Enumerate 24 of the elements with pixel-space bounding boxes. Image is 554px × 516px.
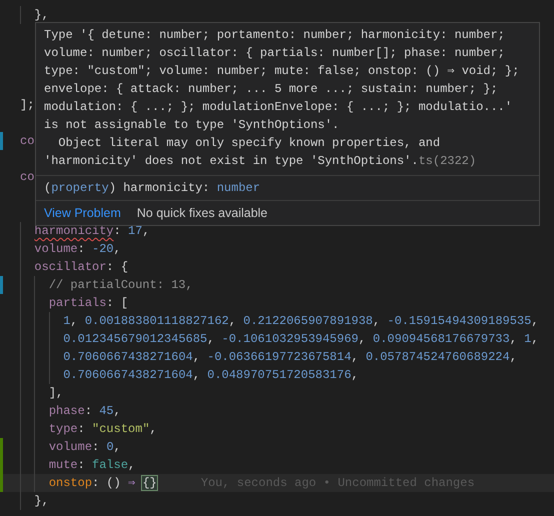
code-line: co [20, 169, 34, 186]
error-message: Type '{ detune: number; portamento: number; harmonicity: number; volume: number; oscillator: { partials: number[]; phase: number; type: "custom"; volume: number; mute: false; onstop: () ⇒ void; }; envelope: { attack: number; ... 5 more ...; sustain: number; }; modulation: { ...; }; modulationEnvelope: { ...; }; modulatio...' is not assignable to type 'SynthOptions'. Object literal may only specify known properties, and 'harmonicity' does not exist in type 'SynthOptions'.ts(2322) [43, 27, 520, 170]
code-line: 0.7060667438271604, 0.048970751720583176, [62, 367, 358, 384]
code-line: harmonicity: 17, [33, 223, 150, 240]
code-line: 1, 0.001883801118827162, 0.2122065907891938, -0.15915494309189535, [62, 313, 539, 330]
code-line: mute: false, [48, 457, 136, 474]
code-line: }, [33, 7, 49, 24]
code-line: phase: 45, [48, 403, 121, 420]
no-quick-fixes-text: No quick fixes available [136, 205, 268, 222]
code-line: ]; [20, 97, 34, 114]
code-line: }, [33, 493, 49, 510]
code-line: co [20, 133, 34, 150]
code-line: type: "custom", [48, 421, 157, 438]
code-line: 0.7060667438271604, -0.06366197723675814, 0.057874524760689224, [62, 349, 517, 366]
code-line: onstop: () ⇒ {} [48, 475, 157, 492]
code-line: volume: -20, [33, 241, 121, 258]
code-line: oscillator: { [33, 259, 128, 276]
code-line: partials: [ [48, 295, 128, 312]
property-signature: (property) harmonicity: number [44, 181, 260, 195]
code-line: 0.012345679012345685, -0.1061032953945969, 0.09094568176679733, 1, [62, 331, 539, 348]
view-problem-link[interactable]: View Problem [44, 204, 121, 222]
code-line: ], [48, 385, 64, 402]
code-line: volume: 0, [48, 439, 121, 456]
code-line: // partialCount: 13, [48, 277, 193, 294]
